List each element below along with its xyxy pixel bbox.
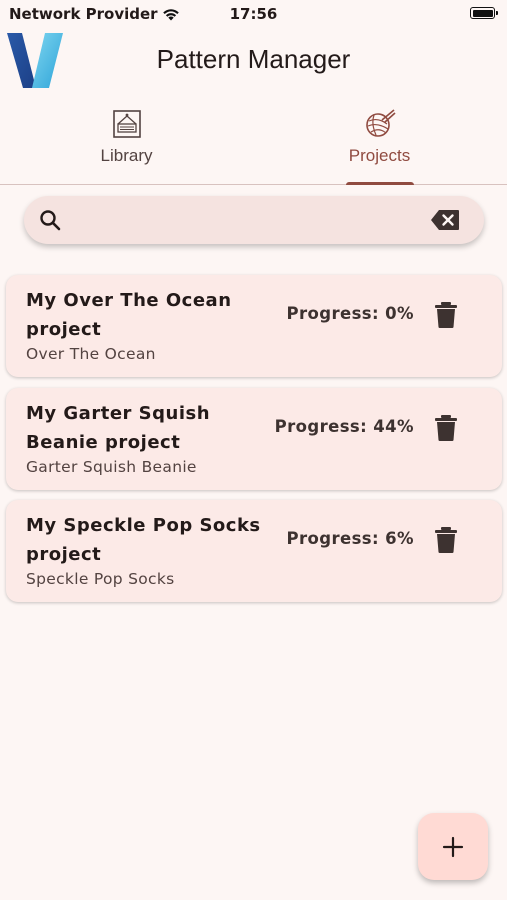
search-input[interactable] bbox=[74, 204, 438, 238]
tab-library[interactable]: Library bbox=[0, 104, 253, 184]
project-pattern: Garter Squish Beanie bbox=[26, 457, 197, 476]
tab-projects[interactable]: Projects bbox=[253, 104, 506, 185]
add-project-button[interactable] bbox=[418, 813, 488, 880]
tab-bar: Library Projects bbox=[0, 104, 507, 185]
delete-icon[interactable] bbox=[434, 301, 458, 329]
search-icon bbox=[40, 210, 61, 231]
project-progress: Progress: 0% bbox=[286, 304, 414, 323]
yarn-ball-icon bbox=[365, 109, 396, 137]
status-time: 17:56 bbox=[229, 5, 278, 23]
project-name: My Speckle Pop Socks project bbox=[26, 515, 261, 565]
plus-icon bbox=[442, 836, 464, 857]
status-bar: Network Provider 17:56 bbox=[0, 0, 507, 30]
project-pattern: Speckle Pop Socks bbox=[26, 570, 175, 588]
project-progress: Progress: 44% bbox=[274, 416, 414, 436]
tab-library-label: Library bbox=[100, 146, 153, 165]
backspace-clear-icon[interactable] bbox=[430, 208, 460, 232]
project-pattern: Over The Ocean bbox=[26, 345, 156, 363]
battery-level bbox=[472, 9, 493, 17]
app-bar: Pattern Manager bbox=[0, 28, 507, 92]
search-bar bbox=[24, 196, 484, 244]
delete-icon[interactable] bbox=[434, 414, 458, 442]
tab-indicator bbox=[346, 182, 414, 185]
project-list: My Over The Ocean project Over The Ocean… bbox=[6, 275, 502, 613]
project-card[interactable]: My Garter Squish Beanie project Garter S… bbox=[6, 387, 502, 490]
project-name: My Garter Squish Beanie project bbox=[26, 402, 211, 453]
battery-icon bbox=[470, 7, 498, 19]
app-title: Pattern Manager bbox=[156, 44, 351, 74]
project-card[interactable]: My Over The Ocean project Over The Ocean… bbox=[6, 275, 502, 377]
project-card[interactable]: My Speckle Pop Socks project Speckle Pop… bbox=[6, 500, 502, 602]
knitting-frame-icon bbox=[112, 110, 141, 138]
tab-projects-label: Projects bbox=[348, 146, 411, 165]
delete-icon[interactable] bbox=[434, 526, 458, 554]
project-name: My Over The Ocean project bbox=[26, 290, 232, 340]
project-progress: Progress: 6% bbox=[286, 529, 414, 548]
